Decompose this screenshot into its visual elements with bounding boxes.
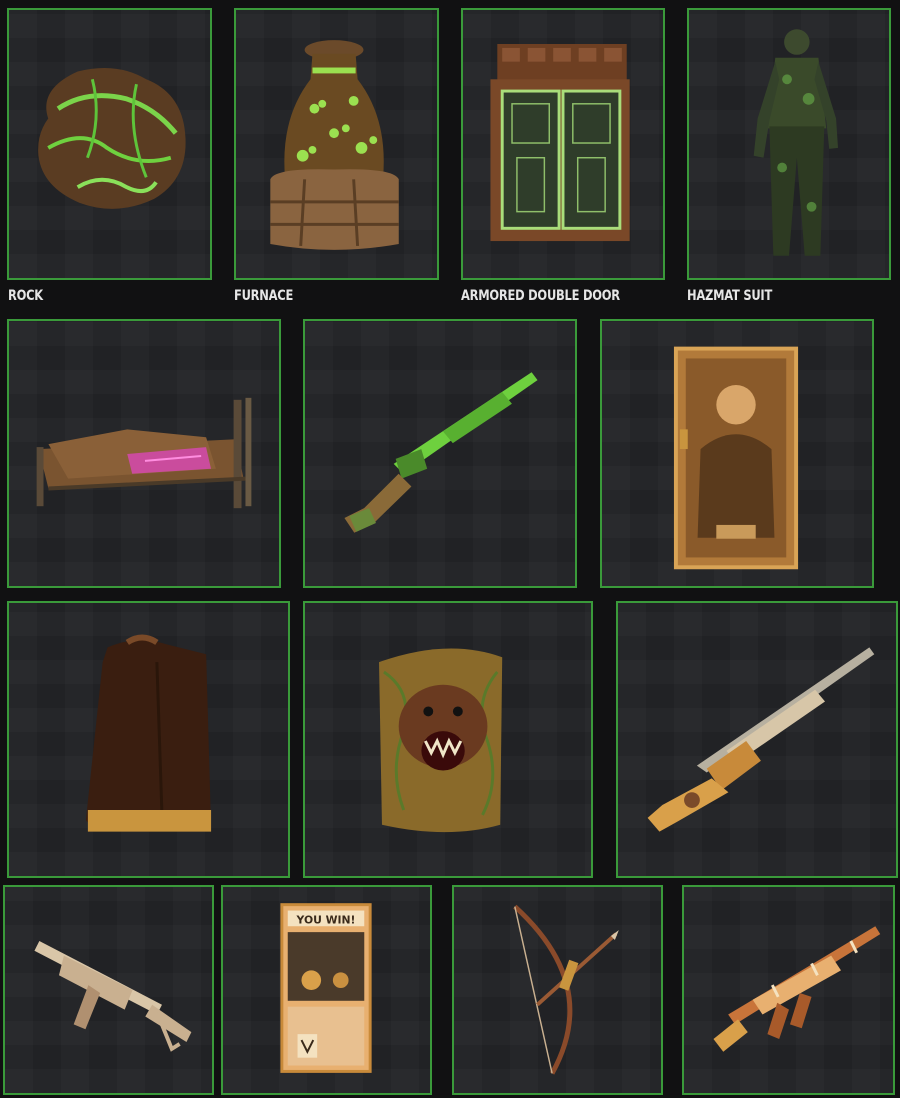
thompson-skin-card[interactable]: [682, 885, 895, 1095]
bow-skin-card[interactable]: [452, 885, 663, 1095]
furnace-icon: [270, 40, 399, 250]
golden-door-skin-card[interactable]: [600, 319, 874, 588]
bolt-rifle-skin-card[interactable]: [616, 601, 898, 878]
arcade-sign-text: YOU WIN!: [296, 913, 356, 926]
furnace-skin-card[interactable]: [234, 8, 439, 280]
vest-icon: [85, 634, 212, 832]
bed-skin-card[interactable]: [7, 319, 281, 588]
bed-icon: [36, 397, 252, 509]
vest-skin-card[interactable]: [7, 601, 290, 878]
pump-shotgun-skin-card[interactable]: [303, 319, 577, 588]
portrait-door-icon: [673, 346, 799, 570]
tommy-gun-icon: [713, 926, 881, 1052]
hazmat-suit-skin-card[interactable]: [687, 8, 891, 280]
sniper-rifle-icon: [647, 647, 875, 832]
item-label-armored-double-door: ARMORED DOUBLE DOOR: [461, 288, 620, 304]
item-label-furnace: FURNACE: [234, 288, 294, 304]
arcade-machine-skin-card[interactable]: YOU WIN!: [221, 885, 432, 1095]
bow-icon: [513, 904, 619, 1075]
item-label-hazmat-suit: HAZMAT SUIT: [687, 288, 773, 304]
rock-skin-card[interactable]: [7, 8, 212, 280]
rock-icon: [38, 67, 186, 209]
mp5-icon: [34, 940, 192, 1052]
arcade-machine-icon: YOU WIN!: [280, 903, 372, 1073]
gorilla-mask-skin-card[interactable]: [303, 601, 593, 878]
gorilla-mask-icon: [379, 648, 503, 833]
armored-double-door-skin-card[interactable]: [461, 8, 665, 280]
hazmat-suit-icon: [753, 29, 839, 256]
shotgun-icon: [344, 372, 538, 533]
armored-double-door-icon: [490, 44, 630, 242]
smg-skin-card[interactable]: [3, 885, 214, 1095]
item-label-rock: ROCK: [8, 288, 43, 304]
